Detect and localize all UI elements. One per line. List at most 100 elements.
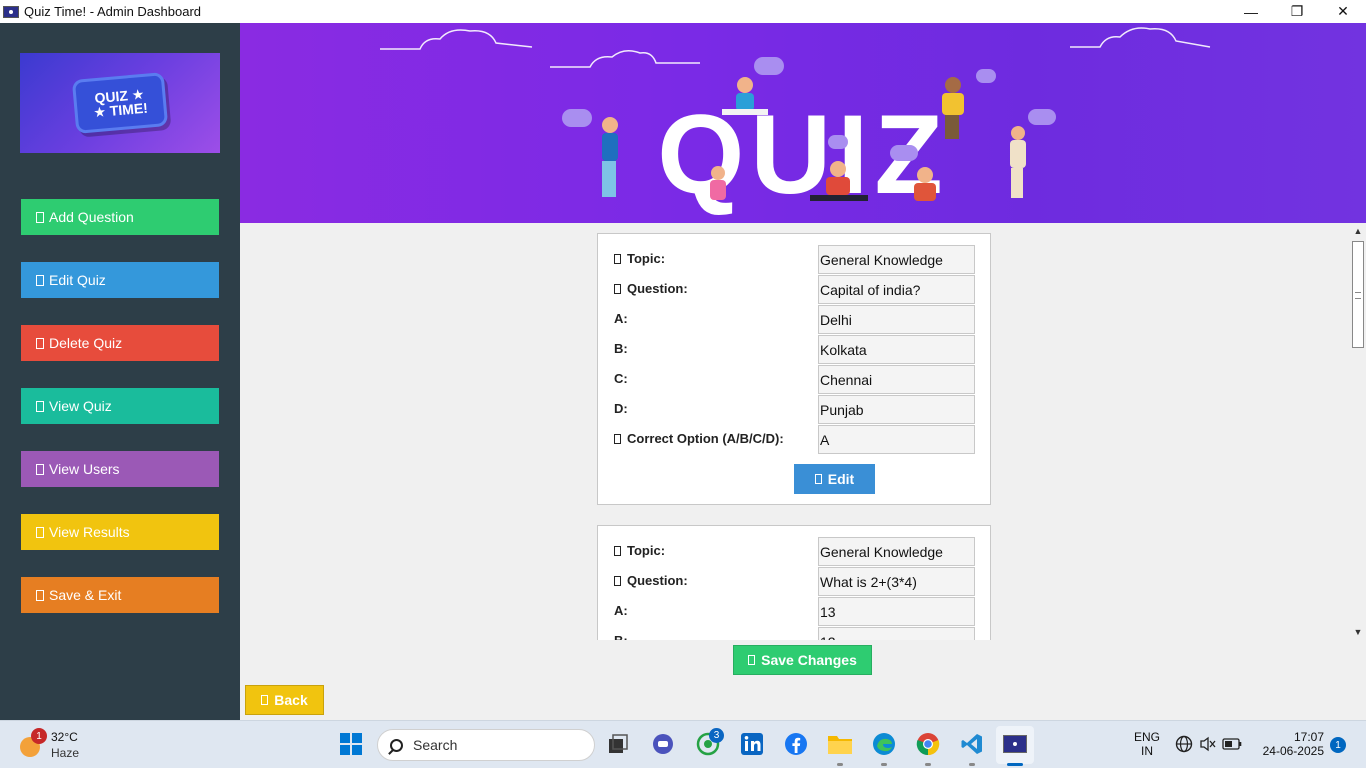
option-d-row: D: Punjab — [598, 394, 992, 424]
language-line-1: ENG — [1133, 730, 1160, 744]
delete-icon — [36, 337, 44, 349]
question-field[interactable]: What is 2+(3*4) — [818, 567, 975, 596]
option-a-label: A: — [614, 603, 628, 618]
maximize-button[interactable]: ❐ — [1274, 0, 1320, 23]
option-b-field[interactable]: 12 — [818, 627, 975, 640]
option-b-field[interactable]: Kolkata — [818, 335, 975, 364]
taskbar: 1 32°C Haze Search 3 ENG IN 17:07 24-06-… — [0, 720, 1366, 768]
option-b-label: B: — [614, 341, 628, 356]
chat-app-icon[interactable] — [648, 729, 678, 759]
save-changes-label: Save Changes — [761, 652, 857, 668]
view-users-label: View Users — [49, 461, 120, 477]
quiz-time-logo: QUIZ ★ ★ TIME! — [20, 53, 220, 153]
windows-start-icon[interactable] — [336, 729, 366, 759]
edit-button[interactable]: Edit — [794, 464, 875, 494]
task-view-icon[interactable] — [603, 729, 633, 759]
add-question-button[interactable]: Add Question — [21, 199, 219, 235]
delete-quiz-label: Delete Quiz — [49, 335, 123, 351]
topic-label-text: Topic: — [627, 543, 666, 558]
back-icon — [261, 695, 269, 705]
question-row: Question: What is 2+(3*4) — [598, 566, 992, 596]
edit-quiz-button[interactable]: Edit Quiz — [21, 262, 219, 298]
banner-illustration: QUIZ — [380, 27, 1211, 217]
question-label-text: Question: — [627, 573, 688, 588]
running-indicator — [969, 763, 975, 766]
delete-quiz-button[interactable]: Delete Quiz — [21, 325, 219, 361]
topic-field[interactable]: General Knowledge — [818, 537, 975, 566]
back-label: Back — [274, 692, 308, 708]
question-card: Topic: General Knowledge Question: Capit… — [597, 233, 991, 505]
temperature: 32°C — [51, 730, 78, 744]
scroll-down-icon[interactable]: ▼ — [1350, 624, 1366, 640]
questions-panel[interactable]: Topic: General Knowledge Question: Capit… — [240, 223, 1350, 640]
option-c-row: C: Chennai — [598, 364, 992, 394]
users-icon — [36, 463, 44, 475]
save-changes-button[interactable]: Save Changes — [733, 645, 872, 675]
file-explorer-icon[interactable] — [825, 729, 855, 759]
question-label-text: Question: — [627, 281, 688, 296]
option-c-label: C: — [614, 371, 628, 386]
option-d-field[interactable]: Punjab — [818, 395, 975, 424]
view-quiz-button[interactable]: View Quiz — [21, 388, 219, 424]
vertical-scrollbar[interactable]: ▲ ▼ — [1350, 223, 1366, 640]
taskbar-search[interactable]: Search — [377, 729, 595, 761]
clock-time: 17:07 — [1293, 730, 1324, 744]
close-button[interactable]: ✕ — [1320, 0, 1366, 23]
view-results-label: View Results — [49, 524, 130, 540]
save-icon — [748, 655, 756, 665]
option-a-row: A: Delhi — [598, 304, 992, 334]
quiz-app-taskbar-icon[interactable] — [1000, 729, 1030, 759]
option-a-field[interactable]: Delhi — [818, 305, 975, 334]
language-indicator[interactable]: ENG IN — [1130, 730, 1164, 758]
weather-widget[interactable]: 1 32°C Haze — [18, 727, 138, 763]
scrollbar-thumb[interactable] — [1352, 241, 1364, 348]
correct-option-field[interactable]: A — [818, 425, 975, 454]
minimize-button[interactable]: — — [1228, 0, 1274, 23]
edit-button-label: Edit — [827, 471, 855, 487]
correct-option-row: Correct Option (A/B/C/D): A — [598, 424, 992, 454]
edit-icon — [36, 274, 44, 286]
whatsapp-badge: 3 — [709, 728, 724, 743]
edit-icon — [814, 474, 822, 484]
footer-actions: Save Changes Back — [240, 640, 1366, 720]
topic-icon — [614, 253, 621, 264]
sidebar: QUIZ ★ ★ TIME! Add Question Edit Quiz De… — [0, 23, 240, 720]
app-icon — [3, 5, 19, 18]
option-b-label: B: — [614, 633, 628, 640]
running-indicator — [837, 763, 843, 766]
view-icon — [36, 400, 44, 412]
notification-badge[interactable]: 1 — [1330, 737, 1346, 753]
search-icon — [390, 738, 403, 752]
language-line-2: IN — [1141, 744, 1153, 758]
facebook-icon[interactable] — [781, 729, 811, 759]
save-exit-button[interactable]: Save & Exit — [21, 577, 219, 613]
logo-badge: QUIZ ★ ★ TIME! — [71, 72, 169, 134]
scroll-up-icon[interactable]: ▲ — [1350, 223, 1366, 239]
topic-row: Topic: General Knowledge — [598, 244, 992, 274]
edge-icon[interactable] — [869, 729, 899, 759]
linkedin-icon[interactable] — [737, 729, 767, 759]
running-indicator — [925, 763, 931, 766]
cloud-icon — [380, 27, 1211, 68]
option-c-field[interactable]: Chennai — [818, 365, 975, 394]
topic-label: Topic: — [614, 543, 665, 558]
view-results-button[interactable]: View Results — [21, 514, 219, 550]
chrome-icon[interactable] — [913, 729, 943, 759]
option-d-label: D: — [614, 401, 628, 416]
battery-icon[interactable] — [1218, 729, 1246, 759]
correct-option-label: Correct Option (A/B/C/D): — [614, 431, 784, 446]
back-button[interactable]: Back — [245, 685, 324, 715]
option-a-field[interactable]: 13 — [818, 597, 975, 626]
vscode-icon[interactable] — [957, 729, 987, 759]
view-users-button[interactable]: View Users — [21, 451, 219, 487]
topic-field[interactable]: General Knowledge — [818, 245, 975, 274]
quiz-banner: QUIZ — [240, 23, 1366, 223]
question-card: Topic: General Knowledge Question: What … — [597, 525, 991, 640]
edit-quiz-label: Edit Quiz — [49, 272, 106, 288]
clock[interactable]: 17:07 24-06-2025 — [1252, 730, 1324, 758]
active-indicator — [1007, 763, 1023, 766]
correct-option-label-text: Correct Option (A/B/C/D): — [627, 431, 784, 446]
check-icon — [614, 433, 621, 444]
question-field[interactable]: Capital of india? — [818, 275, 975, 304]
option-b-row: B: 12 — [598, 626, 992, 640]
